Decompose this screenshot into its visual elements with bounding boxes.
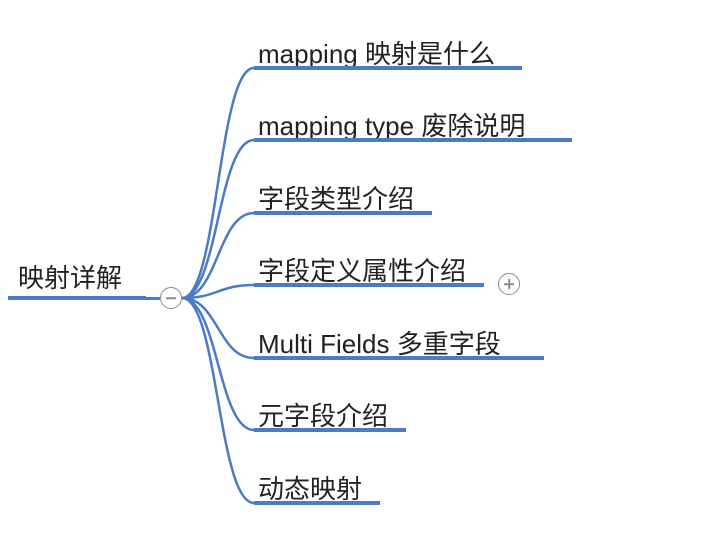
child-underline-6: [254, 501, 380, 505]
child-underline-3: [254, 283, 484, 287]
root-underline: [8, 296, 146, 300]
child-label-5: 元字段介绍: [258, 401, 388, 431]
collapse-toggle-root[interactable]: [160, 287, 182, 309]
root-label: 映射详解: [18, 263, 122, 293]
child-label-4: Multi Fields 多重字段: [258, 329, 501, 359]
mindmap-canvas: 映射详解 mapping 映射是什么 mapping type 废除说明 字段类…: [0, 0, 728, 556]
child-label-3: 字段定义属性介绍: [258, 256, 466, 286]
child-underline-1: [254, 138, 572, 142]
child-underline-5: [254, 428, 406, 432]
expand-toggle-child-3[interactable]: [498, 273, 520, 295]
child-underline-2: [254, 211, 432, 215]
child-underline-0: [254, 66, 522, 70]
child-label-1: mapping type 废除说明: [258, 111, 525, 141]
child-underline-4: [254, 356, 544, 360]
root-stub-line: [146, 297, 160, 300]
root-node[interactable]: 映射详解: [18, 258, 122, 299]
child-label-6: 动态映射: [258, 474, 362, 504]
child-label-0: mapping 映射是什么: [258, 39, 495, 69]
child-label-2: 字段类型介绍: [258, 184, 414, 214]
